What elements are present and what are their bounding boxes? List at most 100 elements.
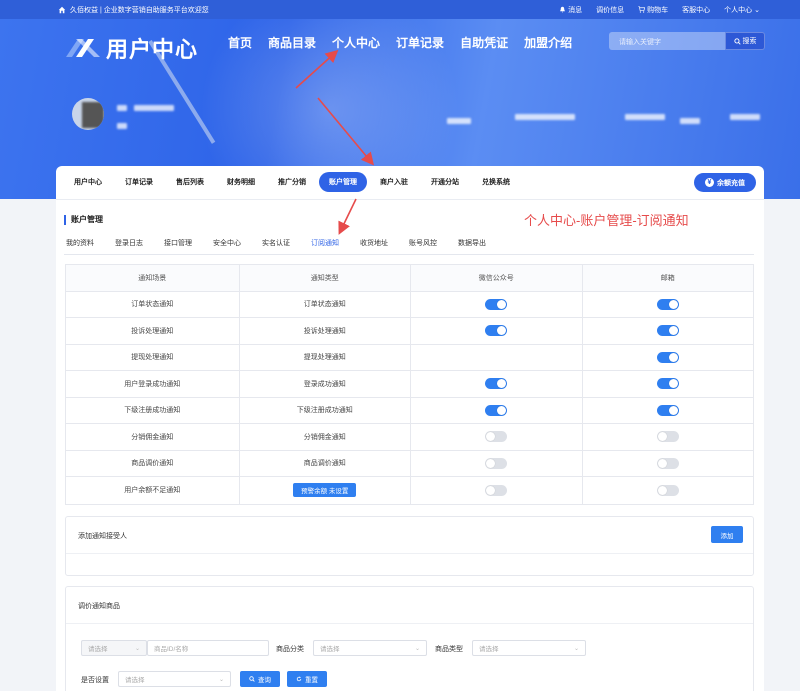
recipients-label: 添加通知接受人 [78,533,127,540]
category-select[interactable]: 请选择 ⌄ [313,640,427,656]
tab-substation[interactable]: 开通分站 [421,172,469,192]
cell-wechat [411,318,583,344]
bell-icon [560,6,566,13]
tab-finance[interactable]: 财务明细 [217,172,265,192]
site-logo[interactable]: 用户中心 [62,32,198,64]
wechat-toggle[interactable] [485,457,508,469]
subtab-subscription[interactable]: 订阅通知 [309,238,341,255]
user-center-dropdown[interactable]: 个人中心 ⌄ [724,5,760,15]
add-recipient-button[interactable]: 添加 [711,526,743,543]
balance-warning-button[interactable]: 预警余额 未设置 [293,483,357,498]
is-set-select[interactable]: 请选择 ⌄ [118,671,231,687]
cell-scene: 投诉处理通知 [66,318,240,344]
cell-wechat [411,397,583,423]
header-type: 通知类型 [240,265,411,291]
subtab-api[interactable]: 接口管理 [164,238,192,252]
query-button[interactable]: 查询 [240,671,280,687]
account-tabs: 用户中心 订单记录 售后列表 财务明细 推广分销 账户管理 商户入驻 开通分站 … [64,172,520,192]
cell-type: 下级注册成功通知 [240,397,411,423]
tab-merchant[interactable]: 商户入驻 [370,172,418,192]
email-toggle[interactable] [656,351,679,363]
cell-type: 投诉处理通知 [240,318,411,344]
cell-email [583,292,754,318]
cart-icon [638,6,646,13]
table-header: 通知场景 通知类型 微信公众号 邮箱 [66,265,753,292]
email-toggle[interactable] [656,431,679,443]
cell-type: 登录成功通知 [240,371,411,397]
goods-field-select[interactable]: 请选择 ⌄ [81,640,147,656]
email-toggle[interactable] [656,484,679,496]
reset-button[interactable]: 重置 [287,671,327,687]
divider [66,553,753,554]
wechat-toggle[interactable] [485,325,508,337]
email-toggle[interactable] [656,404,679,416]
wechat-toggle[interactable] [485,404,508,416]
subtab-address[interactable]: 收货地址 [360,238,388,252]
input-placeholder: 商品ID/名称 [154,646,189,653]
header-scene: 通知场景 [66,265,240,291]
price-goods-panel: 调价通知商品 请选择 ⌄ 商品ID/名称 商品分类 请选择 ⌄ 商品类型 请选择… [65,586,754,691]
wechat-toggle[interactable] [485,431,508,443]
email-toggle[interactable] [656,378,679,390]
tab-account-management[interactable]: 账户管理 [319,172,367,192]
subtab-profile[interactable]: 我的资料 [66,238,94,252]
stat-redacted [447,118,471,124]
tab-orders[interactable]: 订单记录 [115,172,163,192]
subtab-login-log[interactable]: 登录日志 [115,238,143,252]
wechat-toggle[interactable] [485,298,508,310]
chevron-down-icon: ⌄ [573,645,579,652]
divider [66,623,753,624]
table-row: 投诉处理通知 投诉处理通知 [66,318,753,345]
wechat-toggle[interactable] [485,378,508,390]
cell-email [583,318,754,344]
chevron-down-icon: ⌄ [218,676,224,683]
cell-wechat [411,450,583,476]
goods-search-input[interactable]: 商品ID/名称 [147,640,269,656]
title-accent [64,214,66,225]
cart-link[interactable]: 购物车 [638,5,668,15]
messages-link[interactable]: 消息 [559,5,582,15]
nav-orders[interactable]: 订单记录 [396,34,444,51]
email-toggle[interactable] [656,325,679,337]
refresh-icon [296,676,302,682]
recharge-button[interactable]: ¥ 余额充值 [694,173,756,192]
is-set-label: 是否设置 [81,677,109,684]
subtab-security[interactable]: 安全中心 [213,238,241,252]
divider [64,254,754,255]
search-button[interactable]: 搜索 [725,32,765,50]
search-input[interactable]: 请输入关键字 [609,32,725,50]
email-toggle[interactable] [656,298,679,310]
category-label: 商品分类 [276,646,304,653]
top-bar-home[interactable]: 久佰权益 | 企业数字营销自助服务平台欢迎您 [58,5,209,15]
cell-scene: 分销佣金通知 [66,424,240,450]
tab-user-center[interactable]: 用户中心 [64,172,112,192]
cell-type: 提现处理通知 [240,344,411,370]
main-nav: 首页 商品目录 个人中心 订单记录 自助凭证 加盟介绍 [228,34,572,51]
wechat-toggle[interactable] [485,484,508,496]
tab-after-sales[interactable]: 售后列表 [166,172,214,192]
subtab-verification[interactable]: 实名认证 [262,238,290,252]
nav-catalog[interactable]: 商品目录 [268,34,316,51]
subtab-risk[interactable]: 账号风控 [409,238,437,252]
search-button-label: 搜索 [742,38,757,45]
price-info-link[interactable]: 调价信息 [596,5,624,15]
table-row: 提现处理通知 提现处理通知 [66,344,753,371]
subtab-export[interactable]: 数据导出 [458,238,486,252]
avatar[interactable] [72,98,104,130]
search-icon [249,676,255,682]
select-placeholder: 请选择 [125,677,145,684]
cell-scene: 用户余额不足通知 [66,477,240,504]
email-toggle[interactable] [656,457,679,469]
table-row: 订单状态通知 订单状态通知 [66,291,754,318]
table-row: 分销佣金通知 分销佣金通知 [66,424,753,451]
nav-vouchers[interactable]: 自助凭证 [460,34,508,51]
nav-home[interactable]: 首页 [228,34,252,51]
nav-join[interactable]: 加盟介绍 [524,34,572,51]
type-select[interactable]: 请选择 ⌄ [472,640,586,656]
tab-exchange[interactable]: 兑换系统 [472,172,520,192]
nav-user-center[interactable]: 个人中心 [332,34,380,51]
stat-redacted [515,114,575,120]
chevron-down-icon: ⌄ [414,645,420,652]
tab-affiliate[interactable]: 推广分销 [268,172,316,192]
service-center-link[interactable]: 客服中心 [682,5,710,15]
